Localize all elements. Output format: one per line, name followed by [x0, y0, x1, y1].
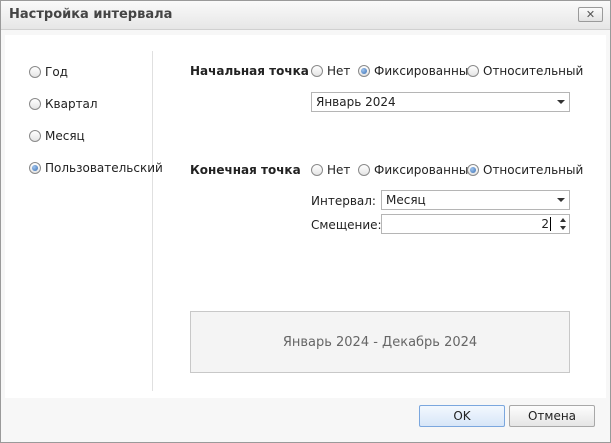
dialog-title: Настройка интервала [9, 7, 173, 22]
interval-settings-dialog: Настройка интервала ✕ Год Квартал Месяц … [0, 0, 611, 443]
interval-preview: Январь 2024 - Декабрь 2024 [190, 311, 570, 373]
radio-period-custom[interactable]: Пользовательский [29, 161, 163, 175]
spin-up-icon[interactable] [560, 218, 566, 222]
vertical-divider [152, 51, 153, 391]
radio-label: Относительный [483, 163, 584, 177]
radio-start-fixed[interactable]: Фиксированный [358, 64, 476, 78]
offset-value: 2 [541, 217, 549, 231]
radio-dot-icon [311, 65, 323, 77]
interval-label: Интервал: [311, 194, 376, 208]
radio-end-fixed[interactable]: Фиксированный [358, 163, 476, 177]
spin-down-icon[interactable] [560, 226, 566, 230]
radio-dot-icon [311, 164, 323, 176]
radio-period-quarter[interactable]: Квартал [29, 97, 98, 111]
end-point-label: Конечная точка [190, 163, 301, 177]
start-point-label: Начальная точка [190, 64, 309, 78]
cancel-button[interactable]: Отмена [509, 405, 595, 427]
offset-label: Смещение: [311, 218, 382, 232]
start-date-value: Январь 2024 [316, 95, 396, 109]
interval-value: Месяц [386, 193, 426, 207]
chevron-down-icon [557, 100, 565, 104]
radio-period-year[interactable]: Год [29, 65, 68, 79]
radio-dot-icon [29, 130, 41, 142]
radio-dot-icon [29, 66, 41, 78]
radio-dot-selected-icon [358, 65, 370, 77]
radio-label: Относительный [483, 64, 584, 78]
radio-start-relative[interactable]: Относительный [467, 64, 583, 78]
radio-label: Квартал [45, 97, 98, 111]
radio-end-none[interactable]: Нет [311, 163, 350, 177]
close-button[interactable]: ✕ [578, 7, 603, 22]
offset-spinner[interactable]: 2 [381, 214, 570, 234]
text-cursor [550, 217, 551, 231]
close-icon: ✕ [585, 8, 596, 21]
radio-label: Пользовательский [45, 161, 163, 175]
chevron-down-icon [557, 198, 565, 202]
radio-label: Нет [327, 64, 351, 78]
title-bar[interactable]: Настройка интервала ✕ [1, 1, 610, 30]
radio-period-month[interactable]: Месяц [29, 129, 85, 143]
interval-dropdown[interactable]: Месяц [381, 190, 570, 210]
radio-start-none[interactable]: Нет [311, 64, 350, 78]
start-date-dropdown[interactable]: Январь 2024 [311, 92, 570, 112]
radio-dot-icon [358, 164, 370, 176]
radio-label: Нет [327, 163, 351, 177]
radio-label: Фиксированный [374, 163, 477, 177]
radio-dot-selected-icon [29, 162, 41, 174]
radio-label: Месяц [45, 129, 85, 143]
radio-dot-icon [467, 65, 479, 77]
ok-button[interactable]: OK [419, 405, 505, 427]
radio-dot-icon [29, 98, 41, 110]
radio-label: Год [45, 65, 68, 79]
radio-end-relative[interactable]: Относительный [467, 163, 583, 177]
preview-text: Январь 2024 - Декабрь 2024 [282, 334, 478, 350]
radio-dot-selected-icon [467, 164, 479, 176]
radio-label: Фиксированный [374, 64, 477, 78]
